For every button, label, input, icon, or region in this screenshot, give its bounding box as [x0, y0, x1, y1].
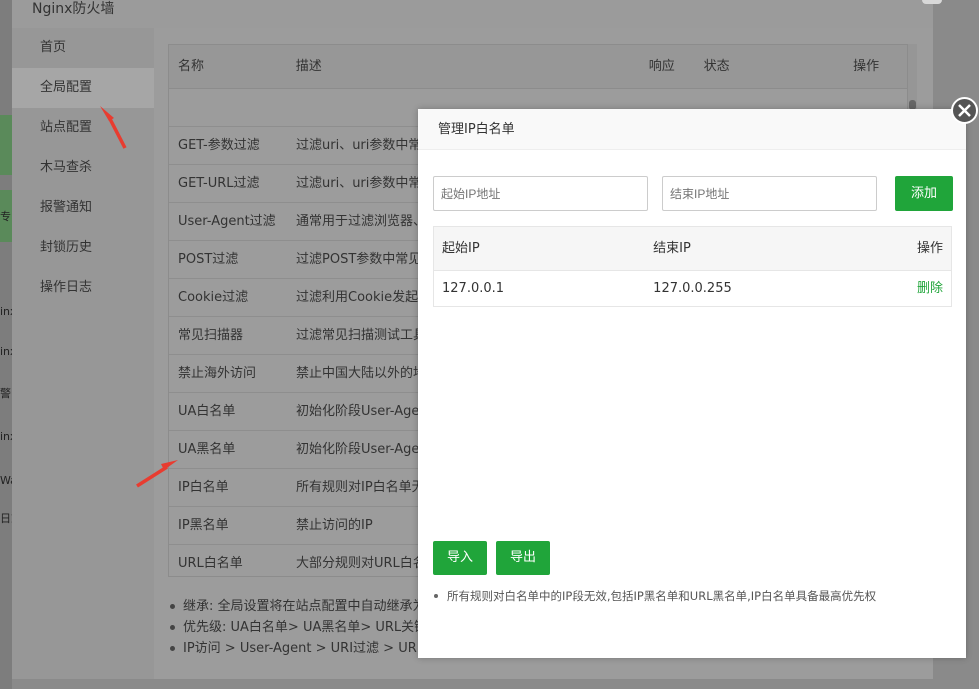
header-name: 名称	[178, 59, 205, 74]
sidebar-item-operation-log[interactable]: 操作日志	[12, 268, 154, 308]
notes-list: 继承: 全局设置将在站点配置中自动继承为 优先级: UA白名单> UA黑名单> …	[168, 596, 428, 659]
whitelist-header: 起始IP 结束IP 操作	[434, 227, 951, 270]
annotation-arrow-icon	[136, 460, 178, 488]
window-title: Nginx防火墙	[32, 1, 115, 17]
sidebar: 首页 全局配置 站点配置 木马查杀 报警通知 封锁历史 操作日志	[12, 28, 154, 679]
whitelist-table: 起始IP 结束IP 操作 127.0.0.1 127.0.0.255 删除	[433, 226, 952, 307]
close-dialog-button[interactable]	[951, 97, 978, 124]
rule-name: GET-参数过滤	[178, 138, 260, 153]
dialog-title: 管理IP白名单	[418, 109, 966, 150]
rule-name: 禁止海外访问	[178, 366, 257, 381]
start-ip-input[interactable]	[433, 176, 648, 211]
header-end-ip: 结束IP	[653, 241, 691, 256]
rule-name: IP黑名单	[178, 518, 229, 533]
sidebar-item-block-history[interactable]: 封锁历史	[12, 228, 154, 268]
table-header: 名称 描述 响应 状态 操作	[169, 45, 907, 89]
rule-name: UA黑名单	[178, 442, 236, 457]
import-button[interactable]: 导入	[433, 541, 487, 575]
background-accent-block	[0, 115, 12, 175]
header-op: 操作	[916, 241, 943, 256]
start-ip-cell: 127.0.0.1	[442, 281, 505, 296]
sidebar-item-site-config[interactable]: 站点配置	[12, 108, 154, 148]
delete-link[interactable]: 删除	[917, 281, 943, 296]
whitelist-note: 所有规则对白名单中的IP段无效,包括IP黑名单和URL黑名单,IP白名单具备最高…	[433, 588, 876, 604]
sidebar-item-home[interactable]: 首页	[12, 28, 154, 68]
sidebar-item-alert-notice[interactable]: 报警通知	[12, 188, 154, 228]
header-start-ip: 起始IP	[442, 241, 480, 256]
rule-name: UA白名单	[178, 404, 236, 419]
ip-whitelist-dialog: 管理IP白名单 添加 起始IP 结束IP 操作 127.0.0.1 127.0.…	[418, 109, 966, 658]
end-ip-cell: 127.0.0.255	[653, 281, 732, 296]
annotation-arrow-icon	[100, 106, 127, 149]
header-state: 状态	[703, 59, 730, 74]
rule-name: User-Agent过滤	[178, 214, 276, 229]
end-ip-input[interactable]	[662, 176, 877, 211]
note-item: 优先级: UA白名单> UA黑名单> URL关键	[168, 617, 428, 638]
add-button[interactable]: 添加	[895, 176, 953, 211]
note-item: 继承: 全局设置将在站点配置中自动继承为	[168, 596, 428, 617]
close-icon	[958, 104, 971, 117]
rule-name	[169, 89, 287, 126]
rule-name: POST过滤	[178, 252, 239, 267]
header-op: 操作	[853, 59, 880, 74]
rule-name: 常见扫描器	[178, 328, 244, 343]
header-desc: 描述	[295, 59, 322, 74]
window-close-fragment[interactable]	[922, 0, 942, 4]
export-button[interactable]: 导出	[496, 541, 550, 575]
table-row: 127.0.0.1 127.0.0.255 删除	[434, 270, 951, 306]
rule-name: URL白名单	[178, 556, 243, 571]
note-item: IP访问 > User-Agent > URI过滤 > URL	[168, 638, 428, 659]
sidebar-item-trojan-scan[interactable]: 木马查杀	[12, 148, 154, 188]
rule-name: GET-URL过滤	[178, 176, 260, 191]
rule-name: Cookie过滤	[178, 290, 249, 305]
sidebar-item-global-config[interactable]: 全局配置	[12, 68, 154, 108]
header-response: 响应	[648, 59, 675, 74]
rule-name: IP白名单	[178, 480, 229, 495]
